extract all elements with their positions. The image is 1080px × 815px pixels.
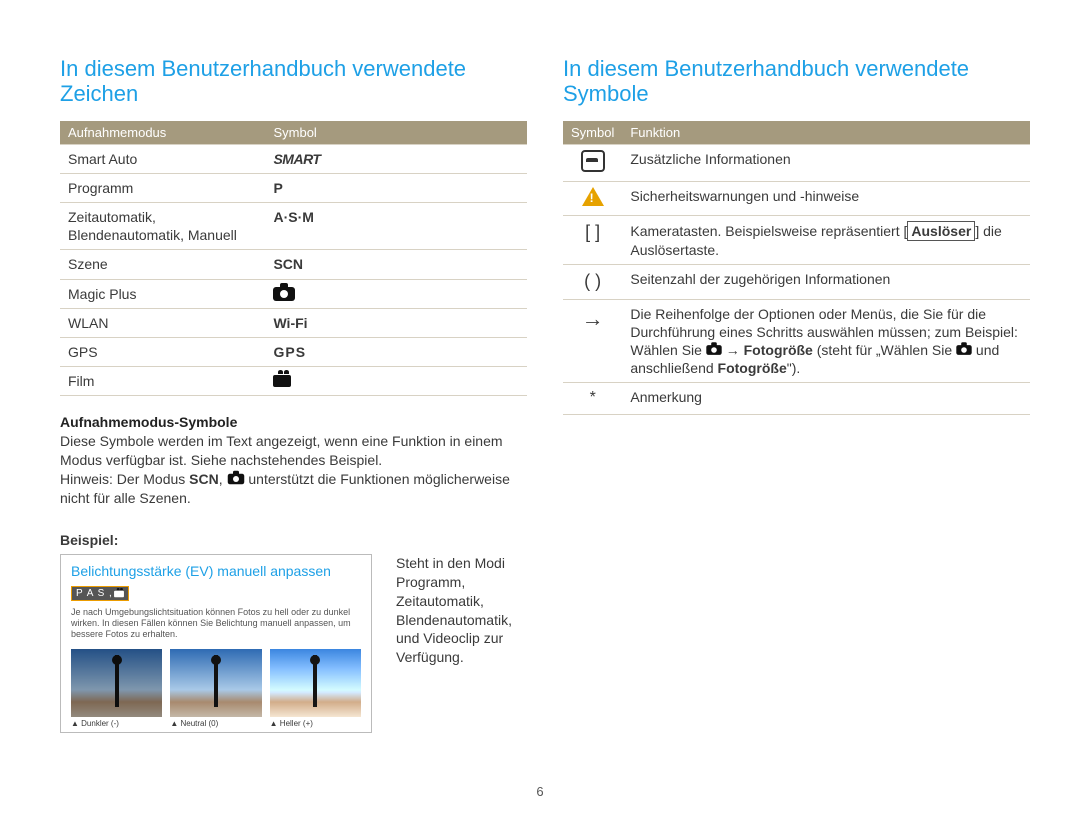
table-row: Zusätzliche Informationen xyxy=(563,144,1030,181)
right-title: In diesem Benutzerhandbuch verwendete Sy… xyxy=(563,56,1030,107)
modes-header-symbol: Symbol xyxy=(265,121,527,145)
example-caption: Steht in den Modi Programm, Zeitautomati… xyxy=(396,554,527,667)
table-row: ( ) Seitenzahl der zugehörigen Informati… xyxy=(563,265,1030,299)
example-thumbnails: ▲ Dunkler (-) ▲ Neutral (0) ▲ Heller (+) xyxy=(71,649,361,728)
example-heading: Belichtungsstärke (EV) manuell anpassen xyxy=(71,563,361,579)
left-column: In diesem Benutzerhandbuch verwendete Ze… xyxy=(60,56,527,733)
bracket-symbol: [ ] xyxy=(563,215,622,264)
modes-table: Aufnahmemodus Symbol Smart Auto SMART Pr… xyxy=(60,121,527,397)
star-symbol: * xyxy=(563,383,622,415)
camera-icon xyxy=(706,345,721,355)
right-column: In diesem Benutzerhandbuch verwendete Sy… xyxy=(563,56,1030,733)
wifi-symbol: Wi-Fi xyxy=(265,308,527,337)
arrow-symbol: → xyxy=(563,299,622,383)
thumb-neutral xyxy=(170,649,261,717)
table-row: GPS GPS xyxy=(60,337,527,366)
table-row: * Anmerkung xyxy=(563,383,1030,415)
asm-symbol: A·S·M xyxy=(265,202,527,249)
table-row: WLAN Wi-Fi xyxy=(60,308,527,337)
example-box: Belichtungsstärke (EV) manuell anpassen … xyxy=(60,554,372,733)
page-number: 6 xyxy=(0,784,1080,799)
p-symbol: P xyxy=(265,173,527,202)
symbols-table: Symbol Funktion Zusätzliche Informatione… xyxy=(563,121,1030,416)
table-row: Sicherheitswarnungen und -hinweise xyxy=(563,181,1030,215)
camera-icon xyxy=(956,345,971,355)
mode-symbols-text: Diese Symbole werden im Text angezeigt, … xyxy=(60,432,527,508)
table-row: Zeitautomatik, Blendenautomatik, Manuell… xyxy=(60,202,527,249)
left-title: In diesem Benutzerhandbuch verwendete Ze… xyxy=(60,56,527,107)
symbols-header-function: Funktion xyxy=(622,121,1030,145)
video-icon xyxy=(273,375,291,387)
table-row: Smart Auto SMART xyxy=(60,144,527,173)
thumb-brighter xyxy=(270,649,361,717)
table-row: Magic Plus xyxy=(60,279,527,308)
camera-icon xyxy=(227,474,244,485)
example-mode-tag: P A S , xyxy=(71,586,129,601)
table-row: Programm P xyxy=(60,173,527,202)
scn-symbol: SCN xyxy=(265,250,527,279)
paren-symbol: ( ) xyxy=(563,265,622,299)
modes-header-mode: Aufnahmemodus xyxy=(60,121,265,145)
gps-symbol: GPS xyxy=(265,337,527,366)
camera-icon xyxy=(273,287,295,301)
symbols-header-symbol: Symbol xyxy=(563,121,622,145)
warning-icon xyxy=(582,187,604,206)
example-label: Beispiel: xyxy=(60,532,527,548)
mode-symbols-heading: Aufnahmemodus-Symbole xyxy=(60,414,527,430)
thumb-darker xyxy=(71,649,162,717)
example-body: Je nach Umgebungslichtsituation können F… xyxy=(71,607,361,641)
table-row: Szene SCN xyxy=(60,250,527,279)
table-row: → Die Reihenfolge der Optionen oder Menü… xyxy=(563,299,1030,383)
smart-symbol: SMART xyxy=(265,144,527,173)
note-icon xyxy=(581,150,605,172)
table-row: [ ] Kameratasten. Beispielsweise repräse… xyxy=(563,215,1030,264)
table-row: Film xyxy=(60,367,527,396)
